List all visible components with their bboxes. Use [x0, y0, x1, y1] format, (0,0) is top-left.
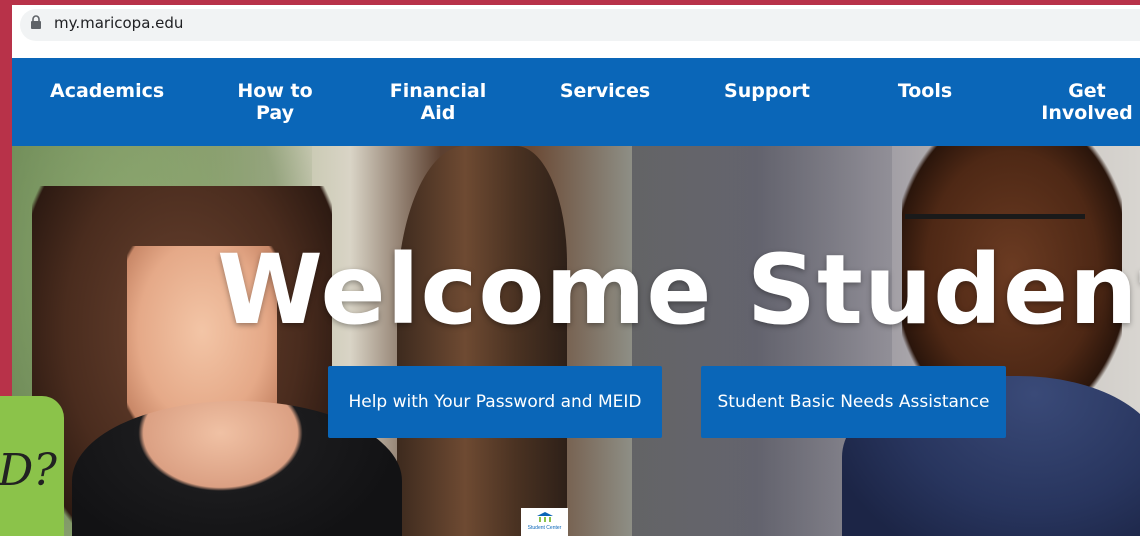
url-text[interactable]: my.maricopa.edu [54, 14, 183, 32]
url-omnibox[interactable] [20, 9, 1140, 41]
welcome-heading: Welcome Students [217, 234, 1140, 346]
hero-banner: Welcome Students Help with Your Password… [12, 146, 1140, 536]
lock-icon[interactable] [30, 15, 42, 29]
student-center-label: Student Center [527, 525, 562, 531]
main-navigation: Academics How to Pay Financial Aid Servi… [12, 58, 1140, 146]
nav-item-tools[interactable]: Tools [880, 80, 970, 102]
password-help-button[interactable]: Help with Your Password and MEID [328, 366, 662, 438]
nav-item-services[interactable]: Services [552, 80, 658, 102]
overlay-text: D? [0, 445, 57, 496]
nav-item-how-to-pay[interactable]: How to Pay [222, 80, 328, 124]
nav-item-financial-aid[interactable]: Financial Aid [382, 80, 494, 124]
building-icon [536, 512, 553, 522]
nav-item-get-involved[interactable]: Get Involved [1034, 80, 1140, 124]
nav-item-support[interactable]: Support [714, 80, 820, 102]
basic-needs-button[interactable]: Student Basic Needs Assistance [701, 366, 1006, 438]
nav-item-academics[interactable]: Academics [50, 80, 164, 102]
page-top-gap [12, 43, 1140, 58]
student-center-link[interactable]: Student Center [521, 508, 568, 536]
browser-address-bar: my.maricopa.edu [12, 5, 1140, 43]
